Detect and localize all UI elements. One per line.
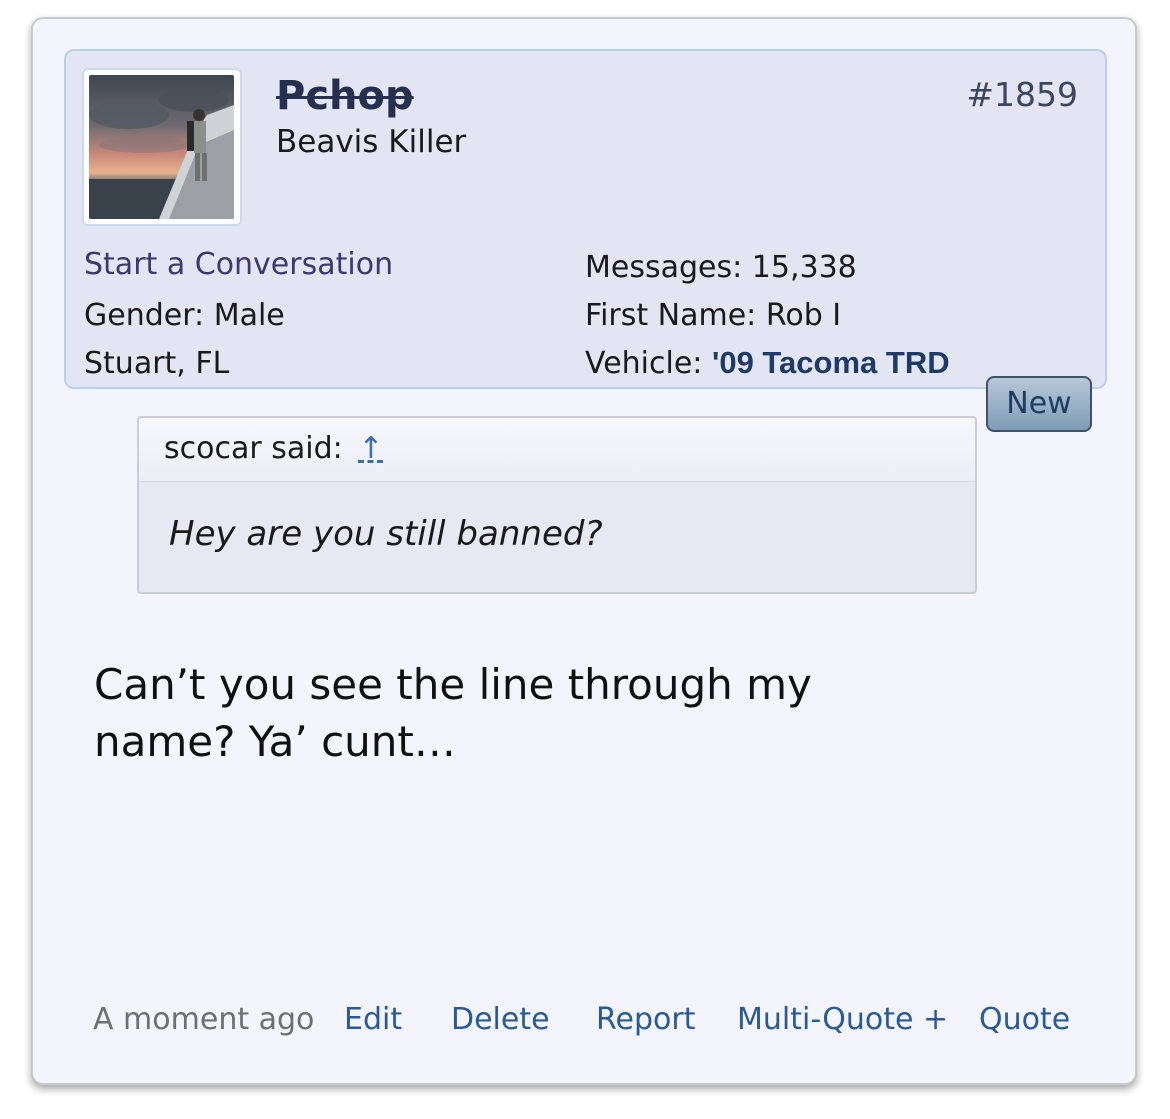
multi-quote-link[interactable]: Multi-Quote + [737, 1000, 948, 1040]
first-name-value: Rob I [765, 298, 842, 333]
message-body: Can’t you see the line through my name? … [94, 656, 994, 770]
edit-link[interactable]: Edit [344, 1000, 402, 1040]
report-link[interactable]: Report [596, 1000, 695, 1040]
post-timestamp: A moment ago [93, 1002, 315, 1037]
quote-box: scocar said: ↑ Hey are you still banned? [137, 416, 977, 594]
gender-row: Gender: Male [84, 297, 285, 335]
messages-row: Messages: 15,338 [585, 249, 857, 287]
message-line-2: name? Ya’ cunt… [94, 717, 456, 766]
location: Stuart, FL [84, 346, 230, 381]
quote-header: scocar said: ↑ [139, 418, 975, 482]
gender-value: Male [213, 298, 285, 333]
username[interactable]: Pchop [276, 70, 414, 122]
post-number-link[interactable]: #1859 [966, 74, 1078, 116]
vehicle-label: Vehicle: [585, 346, 703, 381]
messages-label: Messages: [585, 250, 743, 285]
quote-author: scocar said: [164, 431, 343, 466]
delete-link[interactable]: Delete [451, 1000, 550, 1040]
start-conversation-link[interactable]: Start a Conversation [84, 246, 393, 284]
avatar[interactable] [89, 75, 234, 219]
avatar-photo-icon [89, 75, 234, 219]
messages-value: 15,338 [751, 250, 857, 285]
first-name-label: First Name: [585, 298, 757, 333]
user-title: Beavis Killer [276, 124, 467, 160]
quote-link[interactable]: Quote [979, 1000, 1070, 1040]
jump-to-quote-icon[interactable]: ↑ [358, 431, 383, 466]
vehicle-value: '09 Tacoma TRD [711, 345, 950, 380]
gender-label: Gender: [84, 298, 205, 333]
new-badge: New [986, 376, 1092, 432]
quote-text: Hey are you still banned? [169, 514, 603, 554]
message-line-1: Can’t you see the line through my [94, 660, 812, 709]
vehicle-row: Vehicle: '09 Tacoma TRD [585, 344, 950, 383]
first-name-row: First Name: Rob I [585, 297, 841, 335]
